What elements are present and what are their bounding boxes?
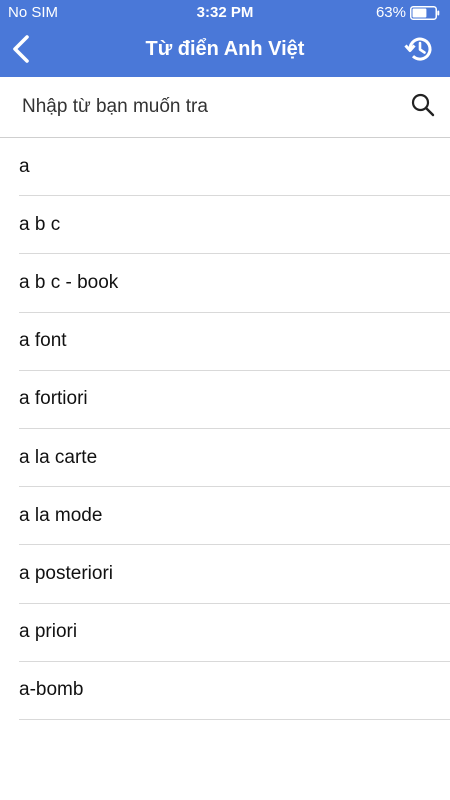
- word-label: a b c: [19, 213, 61, 235]
- header: No SIM 3:32 PM 63% Từ điển Anh Việt: [0, 0, 450, 77]
- word-label: a font: [19, 330, 67, 352]
- word-label: a-bomb: [19, 679, 84, 701]
- word-label: a posteriori: [19, 562, 113, 584]
- page-title: Từ điển Anh Việt: [145, 38, 305, 60]
- search-button[interactable]: [404, 90, 442, 124]
- history-icon: [403, 33, 435, 70]
- list-item[interactable]: a posteriori: [19, 545, 450, 604]
- word-list: a a b c a b c - book a font a fortiori a la c…: [0, 138, 450, 720]
- battery-percent-label: 63%: [375, 4, 406, 21]
- list-item[interactable]: a fortiori: [19, 371, 450, 429]
- status-bar: No SIM 3:32 PM 63%: [0, 0, 450, 26]
- word-label: a la mode: [19, 504, 103, 526]
- word-label: a: [19, 155, 30, 177]
- back-button[interactable]: [4, 32, 38, 70]
- chevron-left-icon: [11, 34, 31, 69]
- list-item[interactable]: a font: [19, 313, 450, 371]
- list-item[interactable]: a: [19, 138, 450, 197]
- nav-bar: Từ điển Anh Việt: [0, 26, 450, 77]
- search-input[interactable]: [22, 89, 382, 125]
- list-item[interactable]: a b c: [19, 196, 450, 255]
- history-button[interactable]: [400, 32, 438, 70]
- list-item[interactable]: a la mode: [19, 487, 450, 546]
- battery-icon: [410, 6, 440, 20]
- list-item[interactable]: a la carte: [19, 429, 450, 488]
- word-label: a priori: [19, 621, 78, 643]
- word-label: a b c - book: [19, 271, 119, 293]
- list-item[interactable]: a b c - book: [19, 254, 450, 313]
- list-item[interactable]: a priori: [19, 604, 450, 662]
- word-label: a fortiori: [19, 388, 88, 410]
- list-item[interactable]: a-bomb: [19, 662, 450, 720]
- search-icon: [410, 92, 436, 123]
- search-bar: [0, 77, 450, 138]
- word-label: a la carte: [19, 446, 98, 468]
